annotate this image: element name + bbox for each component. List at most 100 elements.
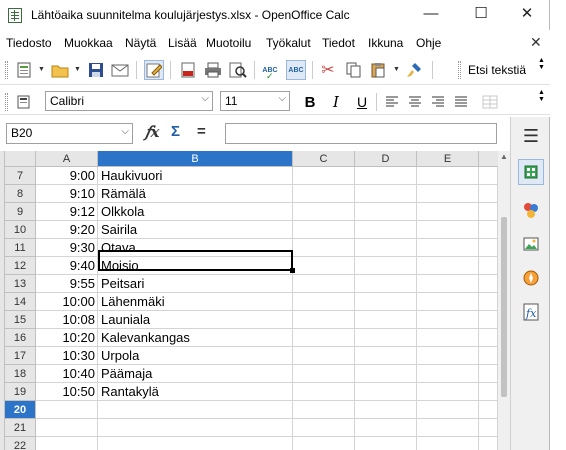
cell-e[interactable] [417,167,479,185]
cell-b[interactable] [98,401,293,419]
cell-d[interactable] [355,347,417,365]
bold-button[interactable]: B [300,92,320,112]
column-header-e[interactable]: E [417,151,479,167]
print-preview-icon[interactable] [228,60,248,80]
cell-c[interactable] [293,347,355,365]
cell-c[interactable] [293,419,355,437]
cell-d[interactable] [355,329,417,347]
column-header-c[interactable]: C [293,151,355,167]
cell-a[interactable]: 10:20 [36,329,98,347]
row-header[interactable]: 13 [5,275,36,293]
row-header[interactable]: 18 [5,365,36,383]
row-header[interactable]: 16 [5,329,36,347]
cell-d[interactable] [355,293,417,311]
copy-icon[interactable] [344,60,364,80]
row-header[interactable]: 10 [5,221,36,239]
cell-c[interactable] [293,437,355,450]
cell-a[interactable]: 9:12 [36,203,98,221]
cell-f[interactable] [479,221,498,239]
properties-icon[interactable] [518,159,544,185]
navigator-icon[interactable] [518,265,544,291]
function-wizard-icon[interactable]: 𝑓x [145,123,160,141]
cell-b[interactable]: Sairila [98,221,293,239]
cell-d[interactable] [355,437,417,450]
cell-d[interactable] [355,221,417,239]
cell-a[interactable]: 10:00 [36,293,98,311]
paste-icon[interactable] [368,60,388,80]
gallery-icon[interactable] [518,231,544,257]
cell-f[interactable] [479,437,498,450]
cell-f[interactable] [479,329,498,347]
cell-f[interactable] [479,167,498,185]
cell-b[interactable]: Lähenmäki [98,293,293,311]
cell-d[interactable] [355,257,417,275]
active-cell-cursor[interactable] [98,250,293,271]
cell-b[interactable]: Olkkola [98,203,293,221]
spreadsheet-grid[interactable]: A B C D E 7 9:00 Haukivuori 8 9:10 Rämälä 9 9:1… [0,151,498,450]
select-all-corner[interactable] [5,151,36,167]
menu-nayta[interactable]: Näytä [125,36,156,50]
cell-e[interactable] [417,437,479,450]
cell-b[interactable] [98,419,293,437]
font-name-combo[interactable]: Calibri ⌵ [45,91,213,111]
cell-e[interactable] [417,347,479,365]
cell-a[interactable] [36,437,98,450]
name-box[interactable]: B20 ⌵ [6,123,133,144]
cell-d[interactable] [355,383,417,401]
save-icon[interactable] [86,60,106,80]
cell-c[interactable] [293,257,355,275]
toolbar-overflow-icon[interactable]: ▲ ▼ [537,89,546,113]
row-header[interactable]: 9 [5,203,36,221]
justify-icon[interactable] [451,92,471,112]
cell-f[interactable] [479,419,498,437]
row-header[interactable]: 21 [5,419,36,437]
menu-lisaa[interactable]: Lisää [168,36,197,50]
cut-icon[interactable]: ✂ [318,60,338,80]
cell-a[interactable]: 10:30 [36,347,98,365]
new-document-icon[interactable] [14,60,34,80]
autospellcheck-icon[interactable]: ABC [286,60,306,80]
fill-handle[interactable] [290,268,295,273]
styles-formatting-icon[interactable] [518,197,544,223]
sum-icon[interactable]: Σ [171,123,180,140]
cell-e[interactable] [417,365,479,383]
cell-a[interactable]: 9:40 [36,257,98,275]
minimize-button[interactable]: — [420,4,442,24]
cell-c[interactable] [293,239,355,257]
cell-b[interactable]: Urpola [98,347,293,365]
cell-d[interactable] [355,275,417,293]
row-header[interactable]: 8 [5,185,36,203]
email-icon[interactable] [110,60,130,80]
menu-tyokalut[interactable]: Työkalut [266,36,311,50]
cell-c[interactable] [293,311,355,329]
cell-f[interactable] [479,257,498,275]
cell-d[interactable] [355,419,417,437]
cell-a[interactable]: 9:20 [36,221,98,239]
print-icon[interactable] [203,60,223,80]
row-header[interactable]: 20 [5,401,36,419]
cell-e[interactable] [417,311,479,329]
cell-e[interactable] [417,257,479,275]
font-size-combo[interactable]: 11 ⌵ [220,91,290,111]
chevron-down-icon[interactable]: ⌵ [121,126,129,137]
toolbar-grip[interactable] [5,61,8,79]
align-left-icon[interactable] [382,92,402,112]
cell-b[interactable]: Rämälä [98,185,293,203]
row-header[interactable]: 22 [5,437,36,450]
equals-icon[interactable]: = [197,123,206,140]
spellcheck-icon[interactable]: ABC ✓ [260,60,280,82]
cell-b[interactable]: Päämaja [98,365,293,383]
open-dropdown-icon[interactable]: ▼ [74,66,81,73]
styles-icon[interactable] [14,92,34,112]
scroll-up-icon[interactable]: ▲ [500,152,508,161]
cell-a[interactable]: 10:40 [36,365,98,383]
column-header-a[interactable]: A [36,151,98,167]
toolbar-overflow-icon[interactable]: ▲ ▼ [537,57,546,83]
row-header[interactable]: 12 [5,257,36,275]
close-button[interactable]: ✕ [516,4,538,24]
maximize-button[interactable]: ☐ [470,4,492,24]
cell-e[interactable] [417,329,479,347]
merge-cells-icon[interactable] [480,92,500,112]
cell-e[interactable] [417,185,479,203]
cell-e[interactable] [417,275,479,293]
